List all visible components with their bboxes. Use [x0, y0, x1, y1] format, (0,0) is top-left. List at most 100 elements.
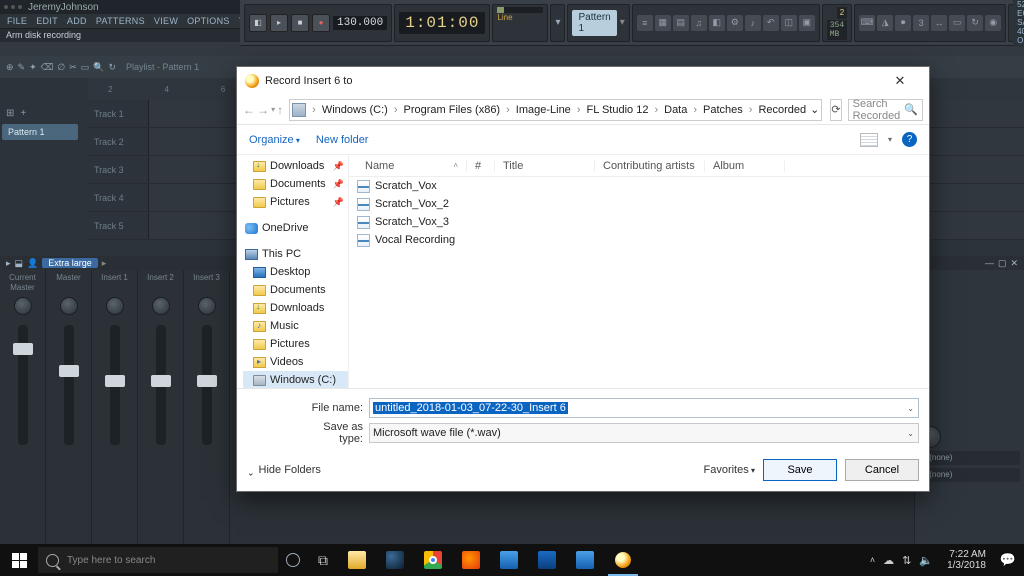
volume-tray-icon[interactable]: 🔈 [919, 554, 933, 567]
pl-tool-mute[interactable]: ∅ [57, 62, 65, 73]
play-button[interactable]: ▸ [270, 14, 288, 32]
taskbar-app-generic[interactable] [490, 544, 528, 576]
mixer-menu-icon[interactable]: ▸ [6, 258, 11, 269]
tree-desktop[interactable]: Desktop [243, 263, 348, 281]
volume-fader[interactable] [18, 325, 28, 445]
menu-view[interactable]: VIEW [151, 16, 181, 26]
metronome-icon[interactable]: ◮ [877, 15, 893, 31]
close-all-icon[interactable]: ▣ [799, 15, 815, 31]
tempo-tap-icon[interactable]: ♪ [745, 15, 761, 31]
tray-overflow-icon[interactable]: ˄ [870, 555, 875, 565]
cancel-button[interactable]: Cancel [845, 459, 919, 481]
action-center-button[interactable]: 💬 [992, 552, 1024, 568]
channel-rack-icon[interactable]: ▤ [673, 15, 689, 31]
tempo-display[interactable]: 130.000 [333, 16, 387, 30]
taskbar-clock[interactable]: 7:22 AM 1/3/2018 [941, 549, 992, 571]
taskbar-app-store[interactable] [566, 544, 604, 576]
playlist-icon[interactable]: ≡ [637, 15, 653, 31]
filetype-select[interactable]: Microsoft wave file (*.wav) ⌄ [369, 423, 919, 443]
taskbar-app-steam[interactable] [376, 544, 414, 576]
help-button[interactable]: ? [902, 132, 917, 147]
taskbar-search[interactable]: Type here to search [38, 547, 278, 573]
tree-onedrive[interactable]: OneDrive [243, 219, 348, 237]
pan-knob[interactable] [106, 297, 124, 315]
wait-input-icon[interactable]: ⏺ [895, 15, 911, 31]
typing-kb-icon[interactable]: ⌨ [859, 15, 875, 31]
pan-knob[interactable] [198, 297, 216, 315]
mixer-user-icon[interactable]: 👤 [27, 258, 38, 269]
view-icon[interactable]: ◫ [781, 15, 797, 31]
mixer-icon[interactable]: ♫ [691, 15, 707, 31]
pl-tool-erase[interactable]: ⌫ [41, 62, 54, 73]
mixer-size[interactable]: Extra large [42, 258, 98, 268]
fx-slot-out[interactable]: ▸ (none) [919, 468, 1020, 482]
hide-folders-toggle[interactable]: Hide Folders [247, 464, 321, 476]
nav-back-button[interactable]: ← [243, 99, 255, 121]
filename-input[interactable]: untitled_2018-01-03_07-22-30_Insert 6 ⌄ [369, 398, 919, 418]
favorites-menu[interactable]: Favorites [704, 464, 756, 476]
loop-rec-icon[interactable]: ↻ [967, 15, 983, 31]
tree-drive-c[interactable]: Windows (C:) [243, 371, 348, 388]
network-tray-icon[interactable]: ⇅ [902, 554, 911, 567]
taskbar-app-edge[interactable] [528, 544, 566, 576]
mixer-view-icon[interactable]: ⬓ [15, 258, 24, 269]
tree-this-pc[interactable]: This PC [243, 245, 348, 263]
close-button[interactable]: ✕ [879, 69, 921, 93]
file-row[interactable]: Scratch_Vox_2 [349, 195, 929, 213]
tree-downloads[interactable]: Downloads📌 [243, 157, 348, 175]
col-album[interactable]: Album [705, 160, 785, 172]
volume-fader[interactable] [202, 325, 212, 445]
pattern-clip[interactable]: Pattern 1 [2, 124, 78, 140]
pl-tool-zoom[interactable]: 🔍 [93, 62, 104, 73]
stop-button[interactable]: ■ [291, 14, 309, 32]
tree-videos[interactable]: Videos [243, 353, 348, 371]
nav-forward-button[interactable]: → [257, 99, 269, 121]
tree-pictures2[interactable]: Pictures [243, 335, 348, 353]
pl-tool-select[interactable]: ▭ [81, 62, 90, 73]
browser-icon[interactable]: ◧ [709, 15, 725, 31]
pl-tool-slice[interactable]: ✂ [69, 62, 77, 73]
taskbar-app-explorer[interactable] [338, 544, 376, 576]
filename-history-icon[interactable]: ⌄ [907, 404, 914, 413]
taskbar-app-firefox[interactable] [452, 544, 490, 576]
col-title[interactable]: Title [495, 160, 595, 172]
pattern-add-icon[interactable]: ⊞ [6, 108, 14, 120]
task-view-button[interactable]: ⧉ [308, 552, 338, 569]
global-snap[interactable]: ▾ [555, 17, 560, 28]
col-artists[interactable]: Contributing artists [595, 160, 705, 172]
pl-tool-magnet[interactable]: ⊕ [6, 62, 14, 73]
tree-downloads2[interactable]: Downloads [243, 299, 348, 317]
cortana-button[interactable] [278, 553, 308, 567]
blend-icon[interactable]: ↔ [931, 15, 947, 31]
tree-documents[interactable]: Documents📌 [243, 175, 348, 193]
tree-pictures[interactable]: Pictures📌 [243, 193, 348, 211]
midi-icon[interactable]: ◉ [985, 15, 1001, 31]
pl-tool-brush[interactable]: ✦ [29, 62, 37, 73]
menu-options[interactable]: OPTIONS [184, 16, 233, 26]
view-mode-button[interactable] [860, 133, 878, 147]
file-row[interactable]: Scratch_Vox [349, 177, 929, 195]
pan-knob[interactable] [14, 297, 32, 315]
nav-recent-button[interactable]: ▾ [271, 99, 275, 121]
fx-slot-in[interactable]: ▸ (none) [919, 451, 1020, 465]
file-row[interactable]: Vocal Recording [349, 231, 929, 249]
mixer-max-icon[interactable]: ▢ [998, 258, 1007, 269]
pattern-song-toggle[interactable]: ◧ [249, 14, 267, 32]
record-button[interactable]: ● [312, 14, 330, 32]
step-icon[interactable]: ▭ [949, 15, 965, 31]
pan-knob[interactable] [152, 297, 170, 315]
countdown-icon[interactable]: 3 [913, 15, 929, 31]
nav-up-button[interactable]: ↑ [277, 99, 283, 121]
plugin-icon[interactable]: ⚙ [727, 15, 743, 31]
start-button[interactable] [0, 544, 38, 576]
onedrive-tray-icon[interactable]: ☁ [883, 554, 894, 567]
address-bar[interactable]: › Windows (C:)› Program Files (x86)› Ima… [289, 99, 822, 121]
menu-file[interactable]: FILE [4, 16, 30, 26]
refresh-button[interactable]: ⟳ [830, 99, 841, 121]
taskbar-app-flstudio[interactable] [604, 544, 642, 576]
organize-menu[interactable]: Organize [249, 134, 300, 146]
menu-edit[interactable]: EDIT [33, 16, 61, 26]
col-name[interactable]: Name˄ [357, 160, 467, 172]
col-number[interactable]: # [467, 160, 495, 172]
volume-fader[interactable] [156, 325, 166, 445]
